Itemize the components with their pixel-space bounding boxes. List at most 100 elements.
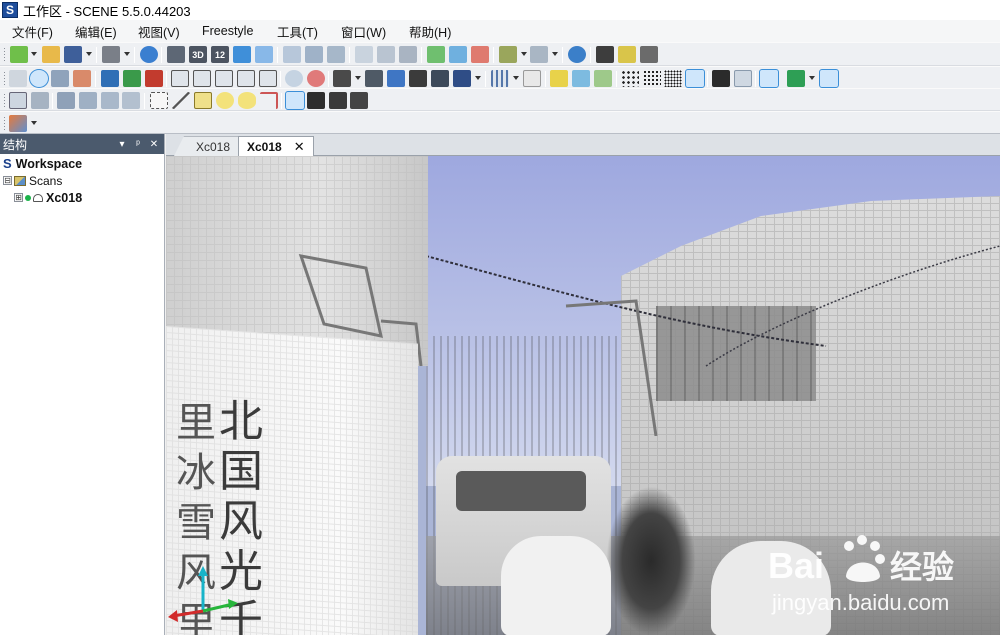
pen-icon[interactable] <box>122 92 140 109</box>
ruler-icon[interactable] <box>618 46 636 63</box>
save-icon[interactable] <box>64 46 82 63</box>
chevron-down-icon[interactable] <box>31 52 37 56</box>
view-front-icon[interactable] <box>171 70 189 87</box>
chevron-down-icon[interactable] <box>513 76 519 80</box>
chevron-down-icon[interactable] <box>521 52 527 56</box>
toolbar-grip[interactable] <box>3 116 6 132</box>
combine-selection-icon[interactable] <box>350 92 368 109</box>
filter-icon[interactable] <box>31 92 49 109</box>
export-icon[interactable] <box>327 46 345 63</box>
toolbar-grip[interactable] <box>3 47 6 63</box>
view-left-icon[interactable] <box>215 70 233 87</box>
point-density-mid-icon[interactable] <box>643 70 661 87</box>
zoom-icon[interactable] <box>285 70 303 87</box>
scan-tools-icon[interactable] <box>167 46 185 63</box>
view-right-icon[interactable] <box>237 70 255 87</box>
corner-icon[interactable] <box>260 92 278 109</box>
select-icon[interactable] <box>9 92 27 109</box>
collapse-icon[interactable]: ⊟ <box>3 176 12 185</box>
intersect-selection-icon[interactable] <box>329 92 347 109</box>
chevron-down-icon[interactable] <box>86 52 92 56</box>
help-icon[interactable] <box>140 46 158 63</box>
cube-blue-icon[interactable] <box>101 70 119 87</box>
menu-window[interactable]: 窗口(W) <box>341 22 386 41</box>
tab-xc018-planar[interactable]: Xc018 <box>174 136 239 156</box>
grid-icon[interactable] <box>491 70 509 87</box>
color-picker-icon[interactable] <box>9 115 27 132</box>
expand-icon[interactable]: ⊞ <box>14 193 23 202</box>
fly-icon[interactable] <box>73 70 91 87</box>
box-green-icon[interactable] <box>787 70 805 87</box>
tree-item-scans[interactable]: ⊟ Scans <box>3 172 62 189</box>
menu-file[interactable]: 文件(F) <box>12 22 53 41</box>
view-12-button[interactable]: 12 <box>211 46 229 63</box>
window-icon[interactable] <box>255 46 273 63</box>
flag-yellow-icon[interactable] <box>550 70 568 87</box>
view-back-icon[interactable] <box>193 70 211 87</box>
mesh-light-icon[interactable] <box>734 70 752 87</box>
arrow-green-icon[interactable] <box>427 46 445 63</box>
navigate-icon[interactable] <box>9 70 27 87</box>
chevron-down-icon[interactable] <box>475 76 481 80</box>
view-top-icon[interactable] <box>259 70 277 87</box>
flag-green-icon[interactable] <box>594 70 612 87</box>
measure-icon[interactable] <box>640 46 658 63</box>
cube-green-icon[interactable] <box>123 70 141 87</box>
tripod-icon[interactable] <box>453 70 471 87</box>
scanner-blue-icon[interactable] <box>387 70 405 87</box>
chevron-down-icon[interactable] <box>31 121 37 125</box>
flag-blue-icon[interactable] <box>572 70 590 87</box>
black-white-icon[interactable] <box>759 69 779 88</box>
point-density-low-icon[interactable] <box>621 70 639 87</box>
new-project-icon[interactable] <box>10 46 28 63</box>
page-settings-icon[interactable] <box>523 70 541 87</box>
ellipse-icon[interactable] <box>238 92 256 109</box>
menu-help[interactable]: 帮助(H) <box>409 22 451 41</box>
menu-freestyle[interactable]: Freestyle <box>202 24 253 38</box>
eraser-icon[interactable] <box>101 92 119 109</box>
tree-item-scan[interactable]: ⊞ Xc018 <box>14 189 82 206</box>
page-arrow-icon[interactable] <box>377 46 395 63</box>
page-icon[interactable] <box>355 46 373 63</box>
chevron-down-icon[interactable] <box>124 52 130 56</box>
inside-selection-icon[interactable] <box>285 91 305 110</box>
camera-icon[interactable] <box>333 70 351 87</box>
circle-icon[interactable] <box>216 92 234 109</box>
menu-view[interactable]: 视图(V) <box>138 22 180 41</box>
scan-viewport[interactable]: 北 国 风 光 千 里 冰 雪 风 里 Bai 经验 jingyan.baidu… <box>166 156 1000 635</box>
layers-icon[interactable] <box>399 46 417 63</box>
scale-bar-icon[interactable] <box>596 46 614 63</box>
mesh-dark-icon[interactable] <box>712 70 730 87</box>
chevron-down-icon[interactable] <box>355 76 361 80</box>
close-icon[interactable]: ✕ <box>148 138 160 150</box>
panel-dropdown-icon[interactable]: ▾ <box>116 138 128 150</box>
toolbar-grip[interactable] <box>3 93 6 109</box>
walk-icon[interactable] <box>51 70 69 87</box>
scanner-icon[interactable] <box>365 70 383 87</box>
close-tab-icon[interactable]: ✕ <box>294 139 305 155</box>
cube-red-icon[interactable] <box>145 70 163 87</box>
lasso-icon[interactable] <box>57 92 75 109</box>
device-icon[interactable] <box>431 70 449 87</box>
chevron-down-icon[interactable] <box>809 76 815 80</box>
chevron-down-icon[interactable] <box>552 52 558 56</box>
rectangle-select-icon[interactable] <box>150 92 168 109</box>
rotate-icon[interactable] <box>307 70 325 87</box>
image-arrow-icon[interactable] <box>530 46 548 63</box>
polygon-icon[interactable] <box>194 92 212 109</box>
tab-xc018-3d[interactable]: Xc018 ✕ <box>238 136 314 156</box>
view-3d-button[interactable]: 3D <box>189 46 207 63</box>
home-icon[interactable] <box>233 46 251 63</box>
arrow-red-icon[interactable] <box>471 46 489 63</box>
print-icon[interactable] <box>102 46 120 63</box>
refresh-icon[interactable] <box>305 46 323 63</box>
outside-selection-icon[interactable] <box>307 92 325 109</box>
tree-item-workspace[interactable]: S Workspace <box>3 155 82 172</box>
printer-dark-icon[interactable] <box>409 70 427 87</box>
globe-view-icon[interactable] <box>29 69 49 88</box>
toolbar-grip[interactable] <box>3 71 6 87</box>
point-density-full-icon[interactable] <box>685 69 705 88</box>
menu-tools[interactable]: 工具(T) <box>277 22 318 41</box>
arrow-blue-icon[interactable] <box>449 46 467 63</box>
brush-icon[interactable] <box>79 92 97 109</box>
